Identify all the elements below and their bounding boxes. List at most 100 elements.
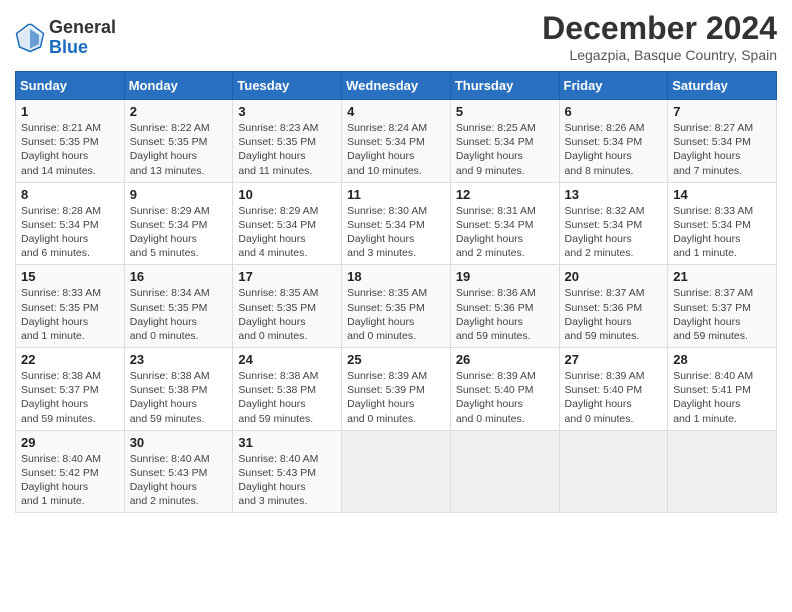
day-number: 9: [130, 187, 228, 202]
logo-icon: [15, 23, 45, 53]
day-number: 11: [347, 187, 445, 202]
day-number: 10: [238, 187, 336, 202]
calendar-cell: 23 Sunrise: 8:38 AMSunset: 5:38 PMDaylig…: [124, 348, 233, 431]
day-info: Sunrise: 8:40 AMSunset: 5:43 PMDaylight …: [238, 453, 318, 508]
day-number: 8: [21, 187, 119, 202]
day-info: Sunrise: 8:35 AMSunset: 5:35 PMDaylight …: [347, 287, 427, 342]
day-number: 22: [21, 352, 119, 367]
calendar-cell: 25 Sunrise: 8:39 AMSunset: 5:39 PMDaylig…: [342, 348, 451, 431]
day-info: Sunrise: 8:32 AMSunset: 5:34 PMDaylight …: [565, 205, 645, 260]
day-info: Sunrise: 8:38 AMSunset: 5:38 PMDaylight …: [130, 370, 210, 425]
calendar-cell: 27 Sunrise: 8:39 AMSunset: 5:40 PMDaylig…: [559, 348, 668, 431]
day-info: Sunrise: 8:36 AMSunset: 5:36 PMDaylight …: [456, 287, 536, 342]
calendar-cell: [450, 430, 559, 513]
calendar-week-row: 15 Sunrise: 8:33 AMSunset: 5:35 PMDaylig…: [16, 265, 777, 348]
day-number: 24: [238, 352, 336, 367]
day-info: Sunrise: 8:26 AMSunset: 5:34 PMDaylight …: [565, 122, 645, 177]
day-info: Sunrise: 8:38 AMSunset: 5:37 PMDaylight …: [21, 370, 101, 425]
calendar-cell: 17 Sunrise: 8:35 AMSunset: 5:35 PMDaylig…: [233, 265, 342, 348]
day-info: Sunrise: 8:29 AMSunset: 5:34 PMDaylight …: [130, 205, 210, 260]
day-info: Sunrise: 8:29 AMSunset: 5:34 PMDaylight …: [238, 205, 318, 260]
day-info: Sunrise: 8:40 AMSunset: 5:42 PMDaylight …: [21, 453, 101, 508]
calendar-cell: 31 Sunrise: 8:40 AMSunset: 5:43 PMDaylig…: [233, 430, 342, 513]
calendar-cell: 15 Sunrise: 8:33 AMSunset: 5:35 PMDaylig…: [16, 265, 125, 348]
calendar-cell: 22 Sunrise: 8:38 AMSunset: 5:37 PMDaylig…: [16, 348, 125, 431]
calendar-cell: 7 Sunrise: 8:27 AMSunset: 5:34 PMDayligh…: [668, 100, 777, 183]
day-number: 18: [347, 269, 445, 284]
day-info: Sunrise: 8:37 AMSunset: 5:36 PMDaylight …: [565, 287, 645, 342]
calendar-cell: 6 Sunrise: 8:26 AMSunset: 5:34 PMDayligh…: [559, 100, 668, 183]
calendar-cell: 2 Sunrise: 8:22 AMSunset: 5:35 PMDayligh…: [124, 100, 233, 183]
month-title: December 2024: [542, 10, 777, 47]
day-info: Sunrise: 8:39 AMSunset: 5:40 PMDaylight …: [565, 370, 645, 425]
day-number: 5: [456, 104, 554, 119]
calendar-cell: [559, 430, 668, 513]
day-info: Sunrise: 8:25 AMSunset: 5:34 PMDaylight …: [456, 122, 536, 177]
calendar-table: Sunday Monday Tuesday Wednesday Thursday…: [15, 71, 777, 513]
calendar-week-row: 1 Sunrise: 8:21 AMSunset: 5:35 PMDayligh…: [16, 100, 777, 183]
day-info: Sunrise: 8:40 AMSunset: 5:41 PMDaylight …: [673, 370, 753, 425]
day-info: Sunrise: 8:28 AMSunset: 5:34 PMDaylight …: [21, 205, 101, 260]
calendar-cell: 21 Sunrise: 8:37 AMSunset: 5:37 PMDaylig…: [668, 265, 777, 348]
day-info: Sunrise: 8:34 AMSunset: 5:35 PMDaylight …: [130, 287, 210, 342]
day-info: Sunrise: 8:38 AMSunset: 5:38 PMDaylight …: [238, 370, 318, 425]
location-subtitle: Legazpia, Basque Country, Spain: [542, 47, 777, 63]
header-friday: Friday: [559, 72, 668, 100]
day-number: 12: [456, 187, 554, 202]
day-info: Sunrise: 8:24 AMSunset: 5:34 PMDaylight …: [347, 122, 427, 177]
day-info: Sunrise: 8:22 AMSunset: 5:35 PMDaylight …: [130, 122, 210, 177]
calendar-week-row: 22 Sunrise: 8:38 AMSunset: 5:37 PMDaylig…: [16, 348, 777, 431]
day-number: 30: [130, 435, 228, 450]
day-info: Sunrise: 8:33 AMSunset: 5:34 PMDaylight …: [673, 205, 753, 260]
calendar-cell: [668, 430, 777, 513]
day-number: 16: [130, 269, 228, 284]
calendar-cell: 10 Sunrise: 8:29 AMSunset: 5:34 PMDaylig…: [233, 182, 342, 265]
day-number: 1: [21, 104, 119, 119]
day-number: 21: [673, 269, 771, 284]
calendar-week-row: 29 Sunrise: 8:40 AMSunset: 5:42 PMDaylig…: [16, 430, 777, 513]
calendar-cell: 30 Sunrise: 8:40 AMSunset: 5:43 PMDaylig…: [124, 430, 233, 513]
calendar-cell: 13 Sunrise: 8:32 AMSunset: 5:34 PMDaylig…: [559, 182, 668, 265]
day-info: Sunrise: 8:27 AMSunset: 5:34 PMDaylight …: [673, 122, 753, 177]
calendar-cell: 1 Sunrise: 8:21 AMSunset: 5:35 PMDayligh…: [16, 100, 125, 183]
day-number: 29: [21, 435, 119, 450]
day-number: 3: [238, 104, 336, 119]
calendar-cell: 5 Sunrise: 8:25 AMSunset: 5:34 PMDayligh…: [450, 100, 559, 183]
calendar-cell: 24 Sunrise: 8:38 AMSunset: 5:38 PMDaylig…: [233, 348, 342, 431]
day-number: 26: [456, 352, 554, 367]
day-info: Sunrise: 8:21 AMSunset: 5:35 PMDaylight …: [21, 122, 101, 177]
calendar-cell: 18 Sunrise: 8:35 AMSunset: 5:35 PMDaylig…: [342, 265, 451, 348]
day-info: Sunrise: 8:37 AMSunset: 5:37 PMDaylight …: [673, 287, 753, 342]
header-thursday: Thursday: [450, 72, 559, 100]
day-info: Sunrise: 8:31 AMSunset: 5:34 PMDaylight …: [456, 205, 536, 260]
page-header: General Blue December 2024 Legazpia, Bas…: [15, 10, 777, 63]
calendar-week-row: 8 Sunrise: 8:28 AMSunset: 5:34 PMDayligh…: [16, 182, 777, 265]
calendar-cell: 4 Sunrise: 8:24 AMSunset: 5:34 PMDayligh…: [342, 100, 451, 183]
calendar-cell: 9 Sunrise: 8:29 AMSunset: 5:34 PMDayligh…: [124, 182, 233, 265]
day-number: 15: [21, 269, 119, 284]
day-number: 6: [565, 104, 663, 119]
day-number: 20: [565, 269, 663, 284]
day-number: 19: [456, 269, 554, 284]
calendar-cell: 29 Sunrise: 8:40 AMSunset: 5:42 PMDaylig…: [16, 430, 125, 513]
calendar-cell: 19 Sunrise: 8:36 AMSunset: 5:36 PMDaylig…: [450, 265, 559, 348]
day-number: 25: [347, 352, 445, 367]
day-number: 4: [347, 104, 445, 119]
day-number: 17: [238, 269, 336, 284]
day-info: Sunrise: 8:33 AMSunset: 5:35 PMDaylight …: [21, 287, 101, 342]
title-section: December 2024 Legazpia, Basque Country, …: [542, 10, 777, 63]
calendar-cell: 16 Sunrise: 8:34 AMSunset: 5:35 PMDaylig…: [124, 265, 233, 348]
day-number: 14: [673, 187, 771, 202]
day-info: Sunrise: 8:40 AMSunset: 5:43 PMDaylight …: [130, 453, 210, 508]
header-sunday: Sunday: [16, 72, 125, 100]
calendar-cell: 3 Sunrise: 8:23 AMSunset: 5:35 PMDayligh…: [233, 100, 342, 183]
calendar-header-row: Sunday Monday Tuesday Wednesday Thursday…: [16, 72, 777, 100]
calendar-cell: 28 Sunrise: 8:40 AMSunset: 5:41 PMDaylig…: [668, 348, 777, 431]
logo-text: General Blue: [49, 18, 116, 58]
day-info: Sunrise: 8:30 AMSunset: 5:34 PMDaylight …: [347, 205, 427, 260]
day-info: Sunrise: 8:39 AMSunset: 5:39 PMDaylight …: [347, 370, 427, 425]
header-wednesday: Wednesday: [342, 72, 451, 100]
header-monday: Monday: [124, 72, 233, 100]
day-number: 31: [238, 435, 336, 450]
header-saturday: Saturday: [668, 72, 777, 100]
